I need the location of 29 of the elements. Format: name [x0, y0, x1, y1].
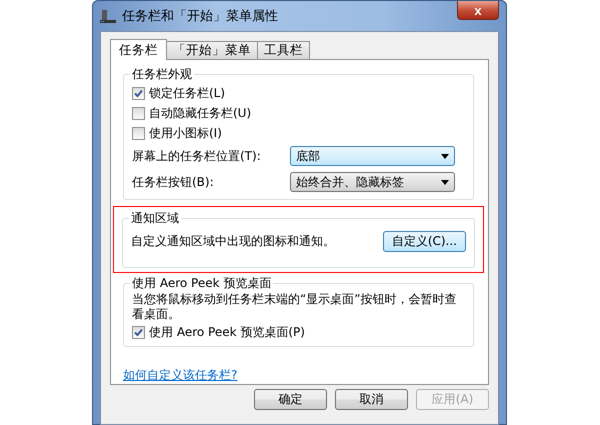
caret-icon — [441, 154, 449, 158]
dialog-button[interactable]: 确定 — [254, 389, 327, 410]
checkbox[interactable] — [132, 126, 145, 140]
window-title: 任务栏和「开始」菜单属性 — [122, 8, 279, 25]
checkbox[interactable] — [132, 106, 145, 120]
checkbox[interactable] — [132, 86, 145, 100]
close-button[interactable]: x — [457, 1, 499, 20]
help-link[interactable]: 如何自定义该任务栏? — [123, 367, 238, 384]
dropdown-label: 任务栏按钮(B): — [132, 174, 215, 190]
checkbox-label: 使用小图标(I) — [149, 124, 222, 142]
dialog-button[interactable]: 取消 — [335, 389, 408, 410]
dropdown-label: 屏幕上的任务栏位置(T): — [132, 148, 262, 164]
group-title: 任务栏外观 — [131, 66, 193, 83]
checkbox[interactable] — [132, 326, 145, 338]
description-text: 自定义通知区域中出现的图标和通知。 — [131, 232, 335, 250]
dropdown[interactable]: 始终合并、隐藏标签 — [290, 172, 455, 192]
tab[interactable]: 任务栏 — [110, 39, 167, 60]
customize-button[interactable]: 自定义(C)... — [382, 230, 466, 252]
checkbox-label: 使用 Aero Peek 预览桌面(P) — [149, 324, 305, 340]
description-text: 当您将鼠标移动到任务栏末端的“显示桌面”按钮时，会暂时查看桌面。 — [132, 292, 458, 322]
checkbox-label: 锁定任务栏(L) — [149, 84, 226, 102]
tab[interactable]: 「开始」菜单 — [166, 41, 258, 59]
taskbar-icon — [100, 8, 116, 24]
checkbox-label: 自动隐藏任务栏(U) — [149, 104, 252, 122]
tab[interactable]: 工具栏 — [257, 41, 310, 59]
dropdown[interactable]: 底部 — [290, 146, 455, 166]
caret-icon — [441, 180, 449, 184]
group-title: 使用 Aero Peek 预览桌面 — [131, 275, 272, 292]
group-title: 通知区域 — [130, 210, 180, 227]
